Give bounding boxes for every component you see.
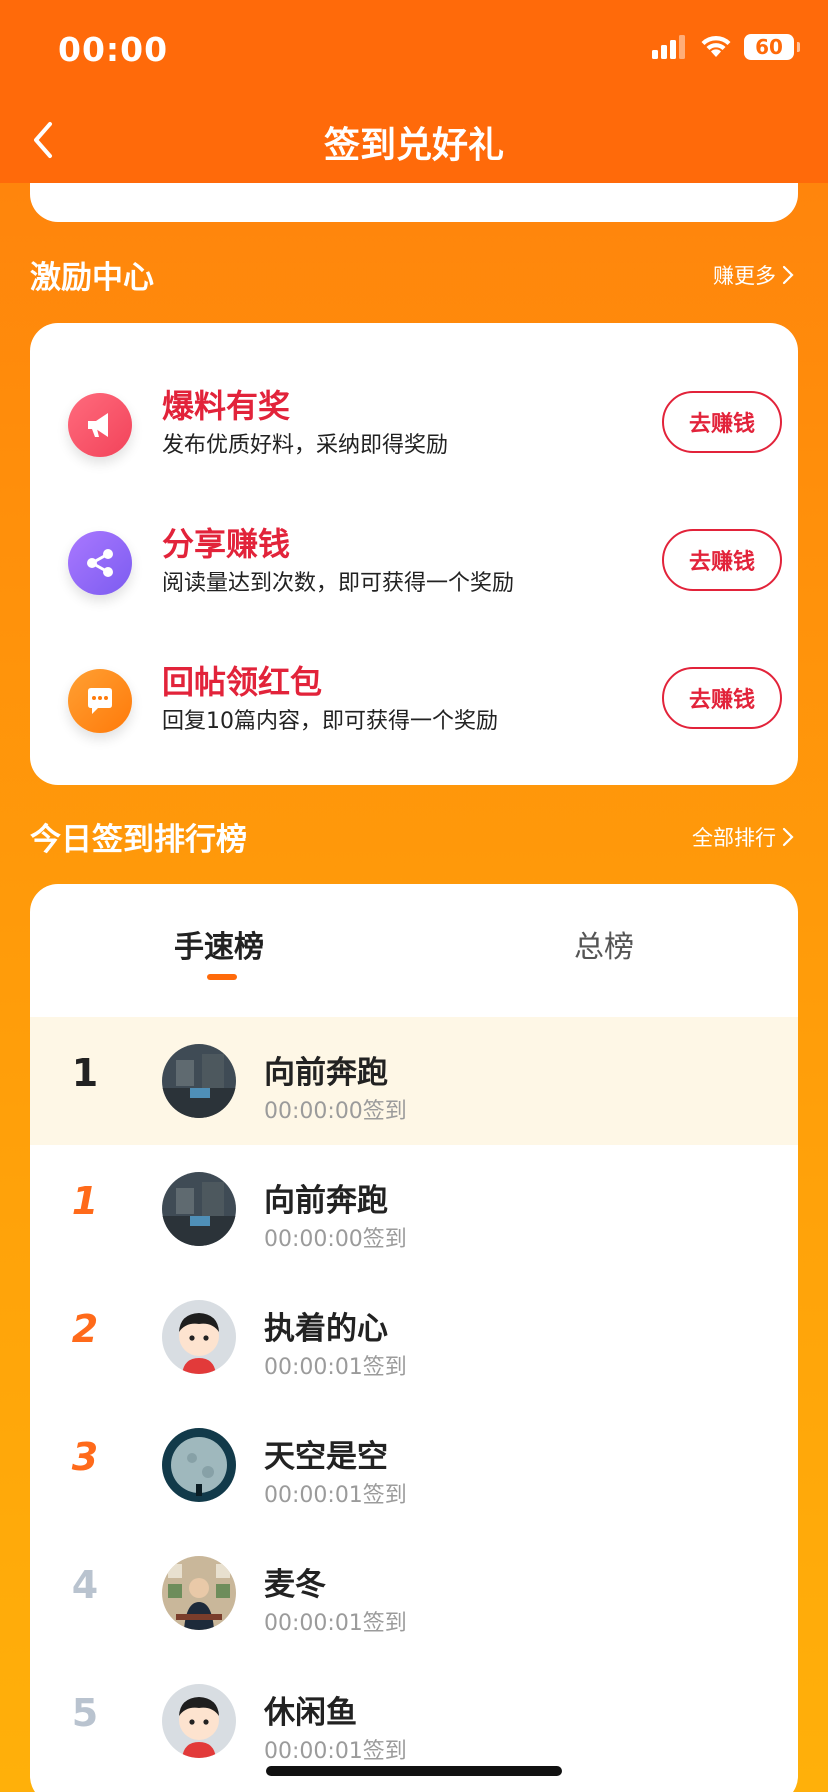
comment-icon xyxy=(68,669,132,733)
home-indicator xyxy=(266,1766,562,1776)
ranking-row[interactable]: 4 麦冬 00:00:01签到 xyxy=(30,1529,798,1657)
incentive-card: 爆料有奖 发布优质好料，采纳即得奖励 去赚钱 分享赚钱 阅读量达到次数，即可获得… xyxy=(30,323,798,785)
page-title: 签到兑好礼 xyxy=(323,125,504,166)
rank-number: 5 xyxy=(71,1691,99,1735)
chevron-right-icon xyxy=(782,827,794,847)
avatar xyxy=(162,1044,236,1118)
user-name: 麦冬 xyxy=(264,1567,326,1603)
task-desc: 发布优质好料，采纳即得奖励 xyxy=(162,433,449,458)
task-item: 回帖领红包 回复10篇内容，即可获得一个奖励 去赚钱 xyxy=(30,657,798,747)
user-name: 天空是空 xyxy=(264,1439,388,1475)
rank-number: 1 xyxy=(71,1051,99,1095)
avatar xyxy=(162,1172,236,1246)
earn-money-button[interactable]: 去赚钱 xyxy=(662,667,782,729)
checkin-time: 00:00:00签到 xyxy=(264,1227,407,1252)
task-title: 爆料有奖 xyxy=(162,387,291,425)
megaphone-icon xyxy=(68,393,132,457)
task-title: 回帖领红包 xyxy=(162,663,323,701)
rank-number: 4 xyxy=(71,1563,99,1607)
task-desc: 回复10篇内容，即可获得一个奖励 xyxy=(162,709,498,734)
all-ranking-link[interactable]: 全部排行 xyxy=(692,822,794,852)
task-title: 分享赚钱 xyxy=(162,525,291,563)
user-name: 向前奔跑 xyxy=(264,1055,388,1091)
ranking-row[interactable]: 2 执着的心 00:00:01签到 xyxy=(30,1273,798,1401)
wifi-icon xyxy=(701,35,731,57)
my-rank-row[interactable]: 1 向前奔跑 00:00:00签到 xyxy=(30,1017,798,1145)
app-header: 00:00 60 签到兑好礼 xyxy=(0,0,828,183)
user-name: 向前奔跑 xyxy=(264,1183,388,1219)
avatar xyxy=(162,1556,236,1630)
status-time: 00:00 xyxy=(58,30,169,69)
checkin-time: 00:00:01签到 xyxy=(264,1483,407,1508)
rank-number: 3 xyxy=(71,1435,99,1479)
user-name: 执着的心 xyxy=(264,1311,388,1347)
ranking-section-title: 今日签到排行榜 xyxy=(30,822,247,858)
earn-money-button[interactable]: 去赚钱 xyxy=(662,529,782,591)
task-item: 爆料有奖 发布优质好料，采纳即得奖励 去赚钱 xyxy=(30,381,798,471)
ranking-tabs: 手速榜 总榜 xyxy=(30,922,798,982)
status-icons: 60 xyxy=(652,34,800,60)
rank-number: 1 xyxy=(71,1179,99,1223)
share-icon xyxy=(68,531,132,595)
tab-speed[interactable]: 手速榜 xyxy=(174,922,264,966)
avatar xyxy=(162,1428,236,1502)
all-ranking-label: 全部排行 xyxy=(692,826,776,850)
ranking-row[interactable]: 3 天空是空 00:00:01签到 xyxy=(30,1401,798,1529)
earn-more-link[interactable]: 赚更多 xyxy=(713,260,794,290)
checkin-time: 00:00:01签到 xyxy=(264,1611,407,1636)
avatar xyxy=(162,1684,236,1758)
earn-more-label: 赚更多 xyxy=(713,264,776,288)
task-desc: 阅读量达到次数，即可获得一个奖励 xyxy=(162,571,515,596)
battery-indicator: 60 xyxy=(744,34,800,60)
ranking-card: 手速榜 总榜 1 向前奔跑 00:00:00签到 1 向前奔跑 00:00:00… xyxy=(30,884,798,1792)
user-name: 休闲鱼 xyxy=(264,1695,357,1731)
checkin-time: 00:00:01签到 xyxy=(264,1355,407,1380)
incentive-section-title: 激励中心 xyxy=(30,260,154,296)
tab-total[interactable]: 总榜 xyxy=(574,922,634,966)
checkin-time: 00:00:00签到 xyxy=(264,1099,407,1124)
task-item: 分享赚钱 阅读量达到次数，即可获得一个奖励 去赚钱 xyxy=(30,519,798,609)
checkin-time: 00:00:01签到 xyxy=(264,1739,407,1764)
rank-number: 2 xyxy=(71,1307,99,1351)
tab-indicator xyxy=(207,974,237,980)
ranking-row[interactable]: 1 向前奔跑 00:00:00签到 xyxy=(30,1145,798,1273)
avatar xyxy=(162,1300,236,1374)
earn-money-button[interactable]: 去赚钱 xyxy=(662,391,782,453)
chevron-right-icon xyxy=(782,265,794,285)
signal-icon xyxy=(652,35,685,59)
